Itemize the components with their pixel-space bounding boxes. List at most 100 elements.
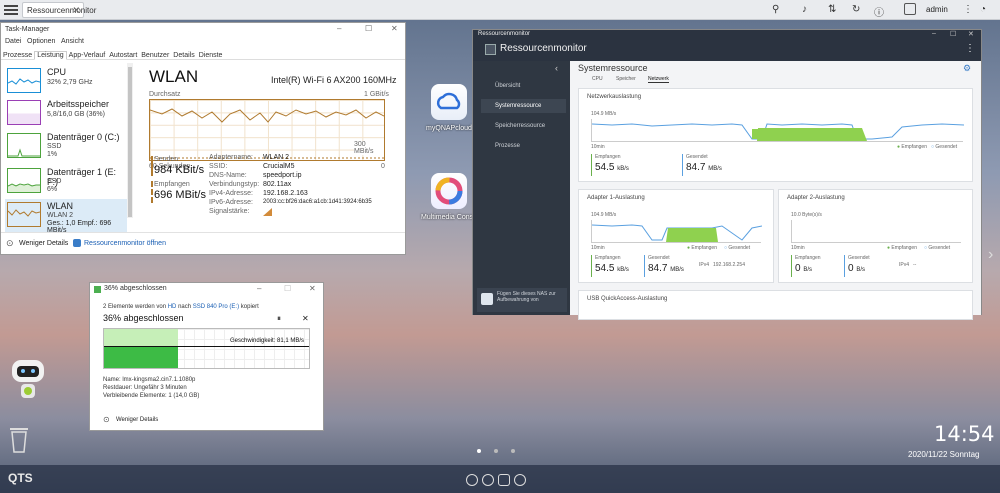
sync-icon[interactable]: ↻ [852,4,860,15]
sidebar-scrollbar[interactable] [127,63,133,218]
source-link[interactable]: HD [168,304,177,310]
more-icon[interactable]: ⋮ [965,43,975,54]
sidebar-item-disk0[interactable]: Datenträger 0 (C:) SSD 1% [5,130,127,163]
volume-icon[interactable]: ♪ [802,4,807,15]
sidebar-item-disk1[interactable]: Datenträger 1 (E: F:) SSD 6% [5,165,127,198]
page-dot[interactable] [494,449,498,453]
recv-value: 696 MBit/s [154,189,206,201]
tab-prozesse[interactable]: Prozesse [1,52,34,59]
sidebar-item-wlan[interactable]: WLAN WLAN 2 Ges.: 1,0 Empf.: 696 MBit/s [5,199,127,234]
signal-strength-icon [263,208,273,218]
dock-icon-2[interactable] [482,474,494,486]
tab-details[interactable]: Details [171,52,196,59]
page-dot-active[interactable] [477,449,481,453]
admin-menu[interactable]: admin [926,5,948,14]
title-bar: Task-Manager – ☐ ✕ [1,23,405,36]
nav-systemressource[interactable]: Systemressource [481,99,566,113]
chevron-up-icon[interactable]: ⊙ [103,415,110,424]
dashboard-icon[interactable]: ◔ [980,4,986,15]
less-details-link[interactable]: Weniger Details [19,240,68,247]
destination-link[interactable]: SSD 840 Pro (E:) [193,304,239,310]
sidebar-item-memory[interactable]: Arbeitsspeicher 5,8/16,0 GB (36%) [5,97,127,130]
sidebar-item-cpu[interactable]: CPU 32% 2,79 GHz [5,65,127,98]
sidebar-sub: SSD [47,143,62,150]
minimize-button[interactable]: – [257,284,261,293]
legend-sent: ○ Gesendet [724,245,751,251]
dock-icon-3[interactable] [498,474,510,486]
more-icon[interactable]: ⋮ [963,4,973,15]
close-button[interactable]: ✕ [309,284,316,293]
throughput-label: Durchsatz [149,91,181,98]
chevron-up-icon[interactable]: ⊙ [6,238,14,249]
window-title: Ressourcenmonitor [473,30,981,39]
nav-uebersicht[interactable]: Übersicht [481,79,566,93]
minimize-button[interactable]: – [932,30,936,37]
nav-speicherressource[interactable]: Speicherressource [481,119,566,133]
ip-label: IPv4 [699,262,710,268]
minimize-button[interactable]: – [337,24,341,33]
cancel-button[interactable]: ✕ [302,314,309,323]
recv-label: Empfangen [595,255,621,261]
less-details-link[interactable]: Weniger Details [116,417,158,423]
recv-bar [791,255,792,277]
nav-label: Übersicht [495,83,521,89]
tab-leistung[interactable]: Leistung [34,51,67,60]
maximize-button[interactable]: ☐ [365,24,372,33]
section-title: Systemressource [578,63,648,73]
main-menu-icon[interactable] [4,3,18,17]
menu-ansicht[interactable]: Ansicht [61,38,84,45]
recv-value: 0 B/s [795,263,812,274]
sidebar-sub: 5,8/16,0 GB (36%) [47,111,105,118]
pause-button[interactable]: ⏸ [277,314,281,324]
robot-assistant-icon[interactable] [8,358,48,406]
subtab-cpu[interactable]: CPU [592,76,603,82]
subtab-netzwerk[interactable]: Netzwerk [648,76,669,83]
tab-app-verlauf[interactable]: App-Verlauf [67,52,108,59]
next-page-arrow-icon[interactable]: › [988,246,993,264]
collapse-icon[interactable]: ‹ [555,63,558,73]
close-button[interactable]: ✕ [968,30,974,38]
legend-recv-label: Empfangen [891,245,917,251]
legend-recv: ● Empfangen [887,245,917,251]
open-resource-monitor-link[interactable]: Ressourcenmonitor öffnen [84,240,166,247]
tab-benutzer[interactable]: Benutzer [139,52,171,59]
detail-key: Adaptername: [209,154,253,161]
menu-datei[interactable]: Datei [5,38,21,45]
page-dot[interactable] [511,449,515,453]
tab-dienste[interactable]: Dienste [197,52,225,59]
adapter-name: Intel(R) Wi-Fi 6 AX200 160MHz [271,75,397,85]
recv-number: 54.5 [595,162,615,173]
subtab-speicher[interactable]: Speicher [616,76,636,82]
dock-icon-4[interactable] [514,474,526,486]
adapter1-panel: Adapter 1-Auslastung 104.9 MB/s 10min ● … [578,189,774,283]
maximize-button[interactable]: ☐ [950,30,956,38]
sidebar-label: Datenträger 0 (C:) [47,132,120,142]
dock-icon-1[interactable] [466,474,478,486]
search-icon[interactable]: ⚲ [772,4,779,15]
nav-label: Speicherressource [495,123,546,129]
detail-value: speedport.ip [263,172,302,179]
close-button[interactable]: ✕ [391,24,398,33]
legend-sent-label: Gesendet [728,245,751,251]
nav-prozesse[interactable]: Prozesse [481,139,566,153]
desc-part: kopiert [240,304,259,310]
y-max-label: 104.9 MB/s [591,111,617,117]
promo-text[interactable]: Fügen Sie dieses NAS zur Aufbewahrung vo… [497,291,565,303]
x-min-label: 10min [791,245,805,251]
info-icon[interactable]: ⓘ [874,4,884,19]
tab-ressourcenmonitor[interactable]: Ressourcenmonitor ✕ [22,2,96,18]
myqnapcloud-app-icon[interactable] [431,84,467,120]
multimedia-console-app-icon[interactable] [431,173,467,209]
close-icon[interactable]: ✕ [72,5,80,16]
trash-icon[interactable] [8,426,30,454]
tab-autostart[interactable]: Autostart [107,52,139,59]
resource-monitor-window: Ressourcenmonitor – ☐ ✕ Ressourcenmonito… [472,29,982,320]
nav-label: Prozesse [495,143,521,149]
legend-sent: ○ Gesendet [924,245,951,251]
recv-number: 54.5 [595,263,615,274]
background-tasks-icon[interactable]: ⇅ [828,4,836,15]
user-avatar-icon[interactable] [904,3,916,15]
settings-icon[interactable]: ⚙ [963,63,971,74]
ip-value: -- [913,262,917,268]
menu-optionen[interactable]: Optionen [27,38,55,45]
